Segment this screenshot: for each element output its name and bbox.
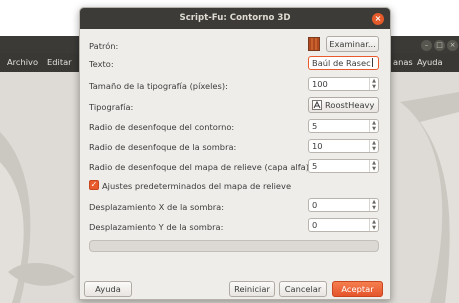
shadow-blur-value: 10 bbox=[312, 141, 323, 151]
script-fu-dialog: Script-Fu: Contorno 3D × Patrón: Examina… bbox=[79, 7, 391, 300]
bump-blur-value: 5 bbox=[312, 161, 318, 171]
shadow-y-value: 0 bbox=[312, 220, 318, 230]
text-input-value: Baúl de Rasec bbox=[312, 58, 371, 68]
outline-blur-label: Radio de desenfoque del contorno: bbox=[89, 122, 235, 132]
shadow-x-value: 0 bbox=[312, 200, 318, 210]
menu-ayuda[interactable]: Ayuda bbox=[417, 57, 443, 67]
text-input[interactable]: Baúl de Rasec bbox=[308, 56, 379, 70]
font-size-value: 100 bbox=[312, 79, 328, 89]
shadow-y-spinner[interactable]: 0 ▲ ▼ bbox=[308, 218, 379, 232]
shadow-blur-label: Radio de desenfoque de la sombra: bbox=[89, 142, 237, 152]
shadow-x-label: Desplazamiento X de la sombra: bbox=[89, 202, 225, 212]
maximize-icon[interactable]: □ bbox=[434, 40, 445, 51]
close-icon[interactable]: × bbox=[447, 40, 458, 51]
help-button[interactable]: Ayuda bbox=[84, 281, 132, 297]
font-size-label: Tamaño de la tipografía (píxeles): bbox=[89, 81, 228, 91]
cancel-button[interactable]: Cancelar bbox=[279, 281, 327, 297]
font-label: Tipografía: bbox=[89, 102, 134, 112]
spin-arrows-icon[interactable]: ▲ ▼ bbox=[369, 78, 378, 90]
minimize-icon[interactable]: – bbox=[421, 40, 432, 51]
spin-arrows-icon[interactable]: ▲ ▼ bbox=[369, 199, 378, 211]
font-size-spinner[interactable]: 100 ▲ ▼ bbox=[308, 77, 379, 91]
pattern-label: Patrón: bbox=[89, 41, 119, 51]
bump-defaults-label[interactable]: Ajustes predeterminados del mapa de reli… bbox=[102, 181, 291, 191]
close-icon[interactable]: × bbox=[372, 13, 384, 25]
bump-blur-label: Radio de desenfoque del mapa de relieve … bbox=[89, 162, 312, 172]
menu-archivo[interactable]: Archivo bbox=[7, 57, 38, 67]
menu-editar[interactable]: Editar bbox=[47, 57, 72, 67]
spin-arrows-icon[interactable]: ▲ ▼ bbox=[369, 120, 378, 132]
font-value: RoostHeavy bbox=[325, 100, 375, 110]
progress-bar bbox=[89, 240, 379, 252]
spin-arrows-icon[interactable]: ▲ ▼ bbox=[369, 160, 378, 172]
shadow-blur-spinner[interactable]: 10 ▲ ▼ bbox=[308, 139, 379, 153]
dialog-title: Script-Fu: Contorno 3D bbox=[179, 13, 291, 23]
shadow-y-label: Desplazamiento Y de la sombra: bbox=[89, 222, 224, 232]
browse-pattern-button[interactable]: Examinar... bbox=[326, 36, 379, 52]
text-label: Texto: bbox=[89, 59, 114, 69]
reset-button[interactable]: Reiniciar bbox=[229, 281, 275, 297]
spin-arrows-icon[interactable]: ▲ ▼ bbox=[369, 140, 378, 152]
dialog-titlebar: Script-Fu: Contorno 3D × bbox=[80, 8, 390, 29]
accept-button[interactable]: Aceptar bbox=[332, 281, 383, 297]
bump-blur-spinner[interactable]: 5 ▲ ▼ bbox=[308, 159, 379, 173]
font-icon bbox=[312, 100, 322, 110]
outline-blur-value: 5 bbox=[312, 121, 318, 131]
pattern-preview[interactable] bbox=[308, 37, 320, 51]
font-select-button[interactable]: RoostHeavy bbox=[308, 97, 379, 113]
shadow-x-spinner[interactable]: 0 ▲ ▼ bbox=[308, 198, 379, 212]
spin-arrows-icon[interactable]: ▲ ▼ bbox=[369, 219, 378, 231]
bump-defaults-checkbox[interactable]: ✓ bbox=[89, 180, 99, 190]
menu-ventanas[interactable]: anas bbox=[393, 57, 413, 67]
outline-blur-spinner[interactable]: 5 ▲ ▼ bbox=[308, 119, 379, 133]
